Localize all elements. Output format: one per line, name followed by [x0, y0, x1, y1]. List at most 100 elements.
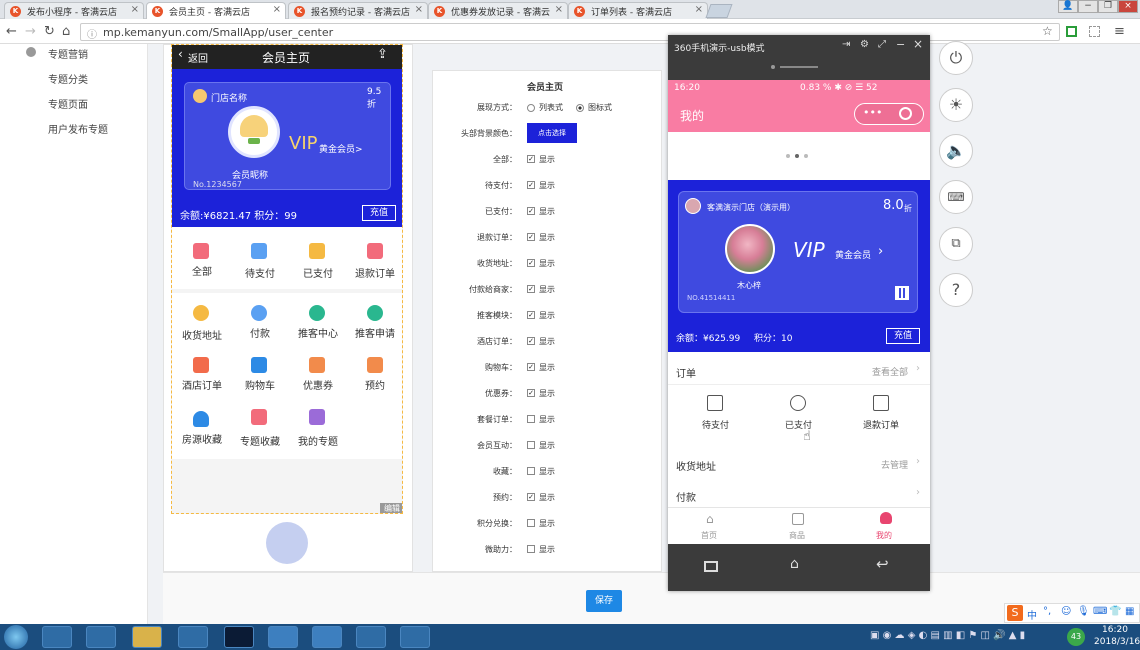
more-dots-icon[interactable]: •••	[863, 106, 882, 119]
new-tab-button[interactable]	[705, 4, 733, 18]
orders-row[interactable]: 订单 查看全部 ›	[668, 357, 930, 383]
carousel-dot[interactable]	[795, 154, 799, 158]
house-icon[interactable]	[193, 411, 209, 427]
back-icon[interactable]: ↩	[876, 555, 889, 573]
order-label-pending[interactable]: 待支付	[702, 418, 729, 431]
tab-home[interactable]: 首页	[701, 530, 717, 541]
close-icon[interactable]: ×	[415, 4, 423, 15]
booking-icon[interactable]	[367, 357, 383, 373]
recharge-button[interactable]: 充值	[362, 205, 396, 221]
grid-label-booking[interactable]: 预约	[345, 377, 402, 392]
topic-fav-icon[interactable]	[251, 409, 267, 425]
vip-card[interactable]: 客满演示门店（演示用） 8.0 折 VIP 黄金会员 › 木心梓 NO.4151…	[678, 191, 918, 313]
help-icon[interactable]: ?	[939, 273, 973, 307]
color-picker-button[interactable]: 点击选择	[527, 123, 577, 143]
checkbox-checked[interactable]: ✓	[527, 311, 535, 319]
tray-icons[interactable]: ▣ ◉ ☁ ◈ ◐ ▤ ▥ ◧ ⚑ ◫ 🔊 ▲ ▮	[870, 630, 1050, 644]
grid-label-paid[interactable]: 已支付	[288, 265, 348, 280]
refund-icon[interactable]	[873, 395, 889, 411]
keyboard-icon[interactable]: ⌨	[1093, 606, 1107, 617]
checkbox-unchecked[interactable]	[527, 467, 535, 475]
grid-label-coupon[interactable]: 优惠券	[288, 377, 348, 392]
grid-label-all[interactable]: 全部	[172, 263, 232, 278]
emoji-icon[interactable]: ☺	[1061, 606, 1071, 617]
pay-icon[interactable]	[251, 305, 267, 321]
emulator-window[interactable]: 360手机演示-usb模式 ⇥ ⚙ ⤢ − × 16:20 0.83 % ✱ ⊘…	[668, 35, 930, 591]
360-browser-icon[interactable]	[42, 626, 72, 648]
bag-icon[interactable]	[792, 513, 804, 525]
checkbox-checked[interactable]: ✓	[527, 181, 535, 189]
sogou-ime-icon[interactable]: S	[1007, 605, 1023, 621]
cart-icon[interactable]	[251, 357, 267, 373]
checkbox-unchecked[interactable]	[527, 415, 535, 423]
grid-label-my-topic[interactable]: 我的专题	[288, 433, 348, 448]
tab-products[interactable]: 商品	[789, 530, 805, 541]
sidebar-item-topic-page[interactable]: 专题页面	[48, 96, 88, 111]
grid-label-pay[interactable]: 付款	[230, 325, 290, 340]
mic-icon[interactable]: 🎙	[1077, 606, 1090, 617]
qr-code-icon[interactable]	[895, 286, 909, 300]
crop-icon[interactable]: ⧉	[939, 227, 973, 261]
checkbox-checked[interactable]: ✓	[527, 285, 535, 293]
close-icon[interactable]: ×	[695, 4, 703, 15]
app-icon[interactable]	[178, 626, 208, 648]
share-icon[interactable]: ⇪	[377, 47, 388, 62]
checkbox-checked[interactable]: ✓	[527, 233, 535, 241]
grid-label-pending[interactable]: 待支付	[230, 265, 290, 280]
tab-publish[interactable]: K 发布小程序 - 客满云店 ×	[4, 2, 144, 19]
notes-icon[interactable]	[400, 626, 430, 648]
save-button[interactable]: 保存	[586, 590, 622, 612]
checkbox-unchecked[interactable]	[527, 519, 535, 527]
minimize-icon[interactable]: −	[896, 38, 905, 51]
reload-icon[interactable]: ↻	[44, 24, 55, 39]
sidebar-item-topic-category[interactable]: 专题分类	[48, 71, 88, 86]
checkbox-checked[interactable]: ✓	[527, 363, 535, 371]
pending-pay-icon[interactable]	[251, 243, 267, 259]
volume-icon[interactable]: 🔈	[939, 134, 973, 168]
brightness-icon[interactable]: ☀	[939, 88, 973, 122]
tab-orders[interactable]: K 订单列表 - 客满云店 ×	[568, 2, 708, 19]
close-icon[interactable]: ×	[131, 4, 139, 15]
ime-mode[interactable]: 中	[1027, 607, 1037, 622]
coupon-icon[interactable]	[309, 357, 325, 373]
pending-pay-icon[interactable]	[707, 395, 723, 411]
payment-row[interactable]: 付款 ›	[668, 480, 930, 506]
paid-icon[interactable]	[309, 243, 325, 259]
member-level[interactable]: 黄金会员>	[319, 142, 363, 155]
radio-icon[interactable]	[576, 104, 584, 112]
vip-card[interactable]: 门店名称 9.5折 VIP 黄金会员> 会员昵称 No.1234567	[184, 82, 391, 190]
grid-label-topic-fav[interactable]: 专题收藏	[230, 433, 290, 448]
checkbox-checked[interactable]: ✓	[527, 155, 535, 163]
start-button[interactable]	[4, 625, 28, 649]
capsule-menu[interactable]: •••	[854, 103, 924, 125]
grid-label-promoter-center[interactable]: 推客中心	[288, 325, 348, 340]
explorer-icon[interactable]	[132, 626, 162, 648]
extension-icon[interactable]	[1066, 26, 1077, 37]
bookmark-star-icon[interactable]: ☆	[1042, 24, 1053, 38]
tab-booking-records[interactable]: K 报名预约记录 - 客满云店 ×	[288, 2, 428, 19]
sidebar-section-title[interactable]: 专题营销	[48, 46, 88, 61]
order-label-refund[interactable]: 退款订单	[863, 418, 899, 431]
user-icon[interactable]: 👤	[1058, 0, 1078, 13]
promoter-apply-icon[interactable]	[367, 305, 383, 321]
skin-icon[interactable]: 👕	[1109, 606, 1121, 617]
close-icon[interactable]: ×	[273, 4, 281, 15]
profile-icon[interactable]	[880, 512, 892, 524]
grid-label-promoter-apply[interactable]: 推客申请	[345, 325, 402, 340]
back-link[interactable]: 返回	[188, 50, 208, 65]
edit-badge[interactable]: 编辑	[380, 503, 402, 513]
checkbox-checked[interactable]: ✓	[527, 207, 535, 215]
recharge-button[interactable]: 充值	[886, 328, 920, 344]
checkbox-checked[interactable]: ✓	[527, 493, 535, 501]
grid-label-hotel[interactable]: 酒店订单	[172, 377, 232, 392]
tab-mine[interactable]: 我的	[876, 530, 892, 541]
radio-list[interactable]	[527, 104, 535, 112]
extension-icon[interactable]	[1089, 26, 1100, 37]
grid-label-refund[interactable]: 退款订单	[345, 265, 402, 280]
checkbox-unchecked[interactable]	[527, 545, 535, 553]
back-arrow-icon[interactable]: ←	[6, 24, 17, 39]
minimize-button[interactable]: −	[1078, 0, 1098, 13]
view-all-link[interactable]: 查看全部	[872, 365, 908, 378]
photoshop-icon[interactable]	[224, 626, 254, 648]
close-icon[interactable]: ×	[555, 4, 563, 15]
